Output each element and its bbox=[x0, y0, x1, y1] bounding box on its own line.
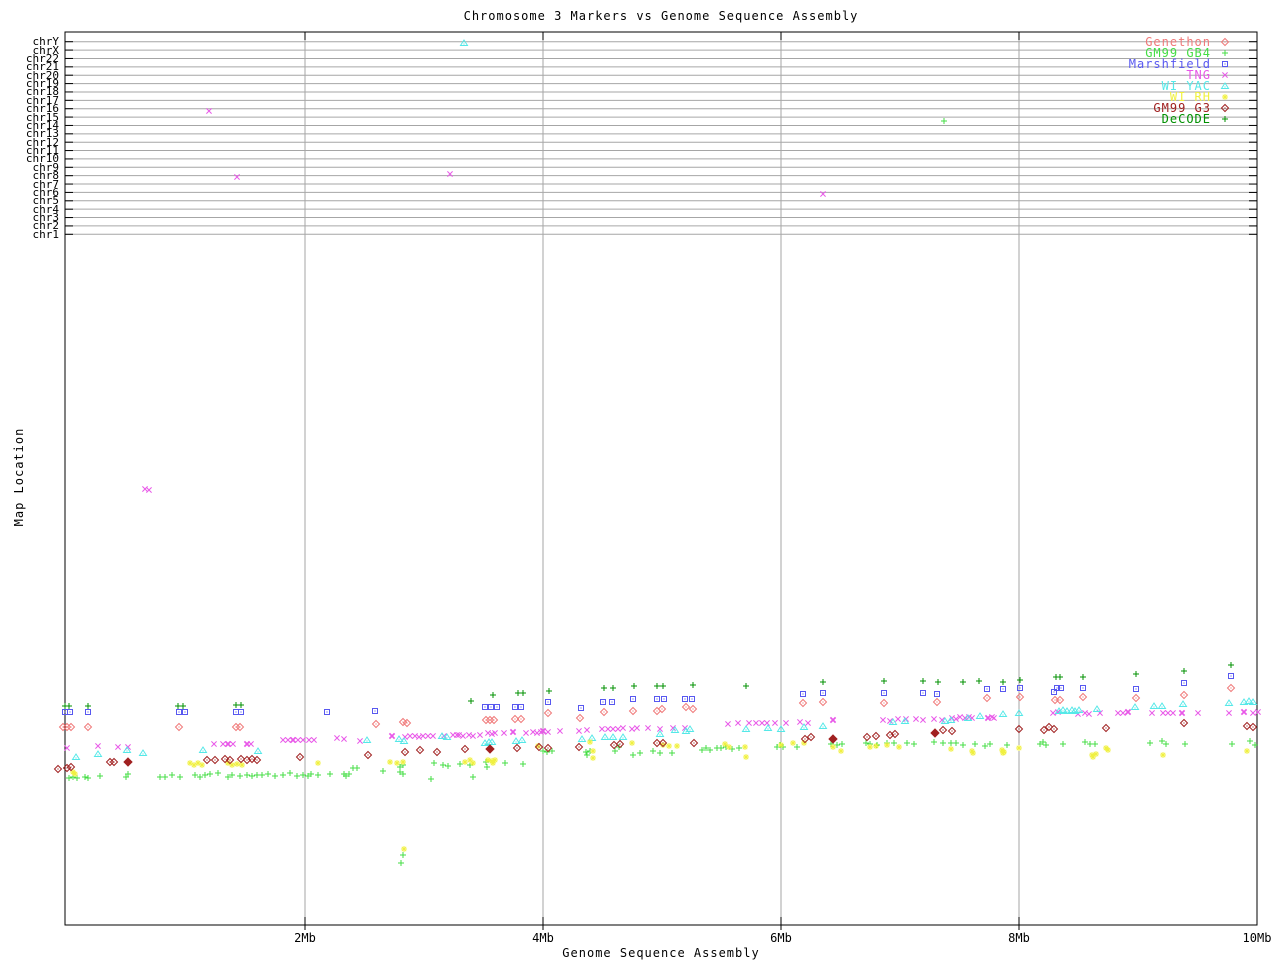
series-tng bbox=[64, 108, 1260, 750]
x-axis-title: Genome Sequence Assembly bbox=[65, 946, 1257, 960]
chart-screenshot: Chromosome 3 Markers vs Genome Sequence … bbox=[0, 0, 1280, 960]
x-tick-label-2Mb: 2Mb bbox=[275, 931, 335, 945]
y-tick-label-chr1: chr1 bbox=[33, 230, 60, 239]
series-marshfield bbox=[63, 674, 1234, 715]
series-gm99_gb4 bbox=[66, 118, 1258, 866]
x-tick-label-8Mb: 8Mb bbox=[989, 931, 1049, 945]
x-tick-label-6Mb: 6Mb bbox=[751, 931, 811, 945]
series-wi_yac bbox=[73, 40, 1257, 760]
legend-item-decode: DeCODE bbox=[1162, 114, 1211, 125]
plot-area bbox=[0, 0, 1280, 960]
legend-marker-marshfield bbox=[1223, 62, 1228, 67]
x-tick-label-4Mb: 4Mb bbox=[513, 931, 573, 945]
legend-marker-gm99_g3 bbox=[1222, 105, 1229, 112]
x-tick-label-10Mb: 10Mb bbox=[1227, 931, 1280, 945]
legend-marker-gm99_gb4 bbox=[1222, 50, 1228, 56]
legend-marker-wi_rh bbox=[1222, 94, 1228, 100]
y-axis-title: Map Location bbox=[12, 422, 26, 532]
